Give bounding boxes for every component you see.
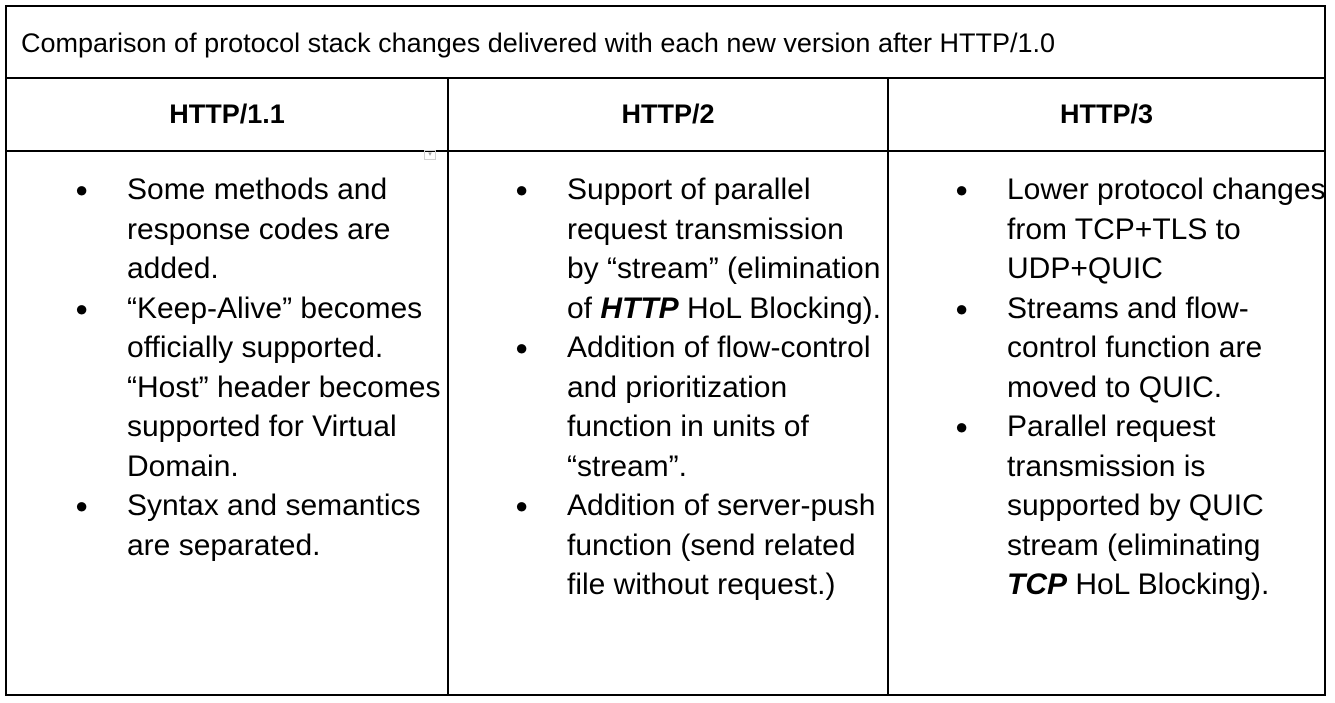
bullet-icon: ● — [75, 493, 89, 518]
cell-dropdown-icon[interactable]: ▾ — [424, 150, 436, 160]
bullet-icon: ● — [515, 493, 529, 518]
list-http2: ● Support of parallel request transmissio… — [507, 170, 883, 605]
list-item: ● Support of parallel request transmissio… — [507, 170, 883, 328]
list-item: ● Addition of flow-control and prioritiza… — [507, 328, 883, 486]
header-http3: HTTP/3 — [1059, 99, 1153, 129]
bullet-icon: ● — [955, 177, 969, 202]
header-http2: HTTP/2 — [621, 99, 715, 129]
cell-http3: ● Lower protocol changes from TCP+TLS to … — [947, 170, 1327, 694]
bullet-icon: ● — [75, 177, 89, 202]
emphasized-text: HTTP — [600, 291, 679, 325]
list-item-text: HoL Blocking). — [1067, 568, 1270, 601]
table-caption: Comparison of protocol stack changes del… — [7, 7, 1324, 79]
list-http11: ● Some methods and response codes are add… — [67, 170, 447, 565]
column-divider — [887, 79, 889, 694]
column-divider — [447, 79, 449, 694]
list-item: ● “Keep-Alive” becomes officially support… — [67, 289, 447, 487]
bullet-icon: ● — [75, 295, 89, 321]
list-item-text: Parallel request transmission is support… — [1007, 410, 1264, 562]
list-item: ● Lower protocol changes from TCP+TLS to … — [947, 170, 1327, 289]
list-item: ● Streams and flow-control function are m… — [947, 289, 1327, 408]
list-item-text: Syntax and semantics are separated. — [127, 489, 421, 562]
bullet-icon: ● — [515, 177, 529, 202]
list-item-text: Addition of server-push function (send r… — [567, 489, 876, 601]
list-item-text: Some methods and response codes are adde… — [127, 173, 391, 285]
list-item: ● Some methods and response codes are add… — [67, 170, 447, 289]
bullet-icon: ● — [955, 414, 969, 439]
list-item-text: HoL Blocking). — [678, 291, 881, 325]
list-item-text: Lower protocol changes from TCP+TLS to U… — [1007, 173, 1326, 285]
bullet-icon: ● — [955, 295, 969, 321]
list-item-text: “Keep-Alive” becomes officially supporte… — [127, 291, 441, 483]
cell-http2: ● Support of parallel request transmissio… — [507, 170, 883, 694]
emphasized-text: TCP — [1007, 568, 1067, 601]
list-item: ● Parallel request transmission is suppor… — [947, 407, 1327, 605]
comparison-table: Comparison of protocol stack changes del… — [5, 5, 1326, 696]
list-item: ● Addition of server-push function (send … — [507, 486, 883, 605]
list-http3: ● Lower protocol changes from TCP+TLS to … — [947, 170, 1327, 605]
header-http11: HTTP/1.1 — [169, 99, 285, 129]
list-item: ● Syntax and semantics are separated. — [67, 486, 447, 565]
header-row: HTTP/1.1 HTTP/2 HTTP/3 — [7, 79, 1324, 152]
cell-http11: ● Some methods and response codes are add… — [67, 170, 447, 694]
bullet-icon: ● — [515, 335, 529, 360]
list-item-text: Streams and flow-control function are mo… — [1007, 291, 1263, 404]
list-item-text: Addition of flow-control and prioritizat… — [567, 331, 871, 483]
